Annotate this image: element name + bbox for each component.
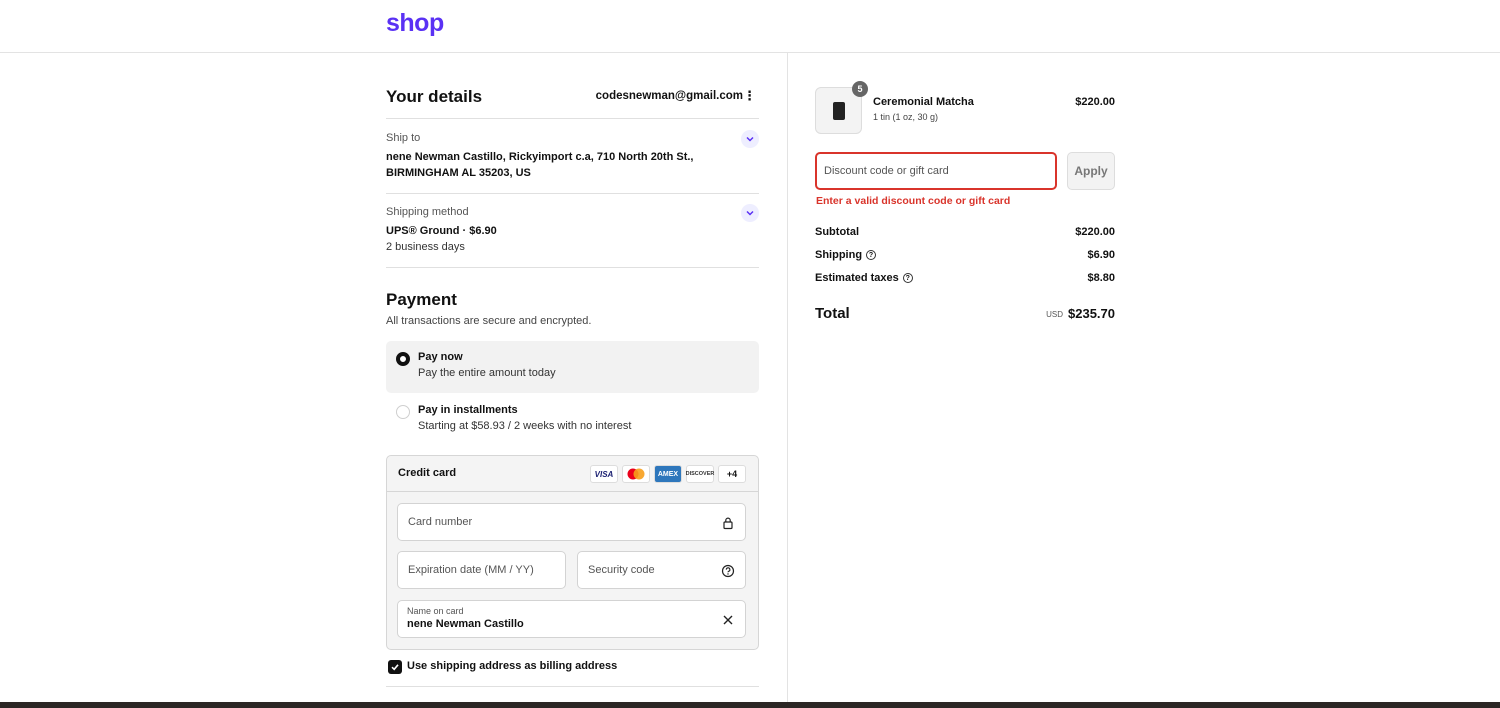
shipping-method-label: Shipping method: [386, 206, 469, 218]
clear-icon[interactable]: [721, 613, 735, 627]
subtotal-value: $220.00: [1075, 226, 1115, 238]
discount-code-field[interactable]: [815, 152, 1057, 190]
page-header: shop: [0, 0, 1500, 53]
account-menu-icon[interactable]: ⋮: [743, 88, 756, 104]
payment-option-pay-now[interactable]: Pay now Pay the entire amount today: [386, 341, 759, 393]
credit-card-header[interactable]: Credit card VISA AMEX DISCOVER +4: [387, 456, 758, 492]
details-title: Your details: [386, 87, 483, 106]
card-number-placeholder: Card number: [408, 516, 473, 528]
installments-label: Pay in installments: [418, 404, 518, 416]
payment-subtitle: All transactions are secure and encrypte…: [386, 315, 592, 327]
subtotal-label: Subtotal: [815, 226, 859, 238]
product-variant: 1 tin (1 oz, 30 g): [873, 112, 939, 122]
shipping-help-icon[interactable]: ?: [866, 250, 877, 260]
expiration-date-field[interactable]: Expiration date (MM / YY): [397, 551, 566, 589]
account-email: codesnewman@gmail.com: [595, 90, 743, 102]
mastercard-icon: [622, 465, 650, 483]
total-value: $235.70: [1068, 306, 1115, 321]
more-brands-badge: +4: [718, 465, 746, 483]
pay-now-radio[interactable]: [396, 352, 410, 366]
divider: [386, 267, 759, 268]
pay-now-label: Pay now: [418, 351, 463, 363]
installments-radio[interactable]: [396, 405, 410, 419]
credit-card-panel: Credit card VISA AMEX DISCOVER +4 Card n…: [386, 455, 759, 650]
credit-card-title: Credit card: [398, 467, 457, 479]
total-label: Total: [815, 305, 850, 322]
shipping-label: Shipping: [815, 249, 863, 261]
product-image: [833, 102, 845, 120]
ship-to-chevron-down-icon[interactable]: [741, 130, 759, 148]
shipping-method-chevron-down-icon[interactable]: [741, 204, 759, 222]
discount-error-message: Enter a valid discount code or gift card: [816, 195, 1011, 207]
card-brands: VISA AMEX DISCOVER +4: [590, 465, 746, 483]
name-on-card-value: nene Newman Castillo: [407, 618, 524, 630]
name-on-card-field[interactable]: Name on card nene Newman Castillo: [397, 600, 746, 638]
checkmark-icon: [391, 664, 399, 671]
total-currency: USD: [1046, 310, 1063, 319]
product-price: $220.00: [1075, 96, 1115, 108]
shipping-value: $6.90: [1087, 249, 1115, 261]
expiration-placeholder: Expiration date (MM / YY): [408, 564, 534, 576]
ship-to-label: Ship to: [386, 132, 421, 144]
taxes-label-group: Estimated taxes?: [815, 272, 913, 284]
billing-address-checkbox[interactable]: [388, 660, 402, 674]
product-name: Ceremonial Matcha: [873, 96, 974, 108]
ship-to-address: nene Newman Castillo, Rickyimport c.a, 7…: [386, 151, 694, 179]
quantity-badge: 5: [852, 81, 868, 97]
divider: [386, 686, 759, 687]
security-code-placeholder: Security code: [588, 564, 655, 576]
amex-icon: AMEX: [654, 465, 682, 483]
security-code-field[interactable]: Security code: [577, 551, 746, 589]
taskbar-strip: [0, 702, 1500, 708]
installments-sub: Starting at $58.93 / 2 weeks with no int…: [418, 420, 632, 432]
taxes-label: Estimated taxes: [815, 272, 899, 284]
discover-icon: DISCOVER: [686, 465, 714, 483]
billing-address-label: Use shipping address as billing address: [407, 660, 618, 672]
shop-logo[interactable]: shop: [386, 9, 444, 38]
pay-now-sub: Pay the entire amount today: [418, 367, 556, 379]
payment-option-installments[interactable]: Pay in installments Starting at $58.93 /…: [386, 395, 759, 447]
name-on-card-label: Name on card: [407, 606, 464, 616]
payment-title: Payment: [386, 290, 457, 309]
apply-discount-button[interactable]: Apply: [1067, 152, 1115, 190]
shipping-method-value: UPS® Ground · $6.90: [386, 225, 497, 237]
taxes-value: $8.80: [1087, 272, 1115, 284]
shipping-method-sub: 2 business days: [386, 241, 465, 253]
column-divider: [787, 53, 788, 703]
discount-code-input[interactable]: [824, 162, 1049, 180]
divider: [386, 118, 759, 119]
card-number-field[interactable]: Card number: [397, 503, 746, 541]
help-icon[interactable]: [721, 564, 735, 578]
taxes-help-icon[interactable]: ?: [902, 273, 913, 283]
visa-icon: VISA: [590, 465, 618, 483]
shipping-label-group: Shipping?: [815, 249, 877, 261]
lock-icon: [723, 517, 733, 530]
divider: [386, 193, 759, 194]
